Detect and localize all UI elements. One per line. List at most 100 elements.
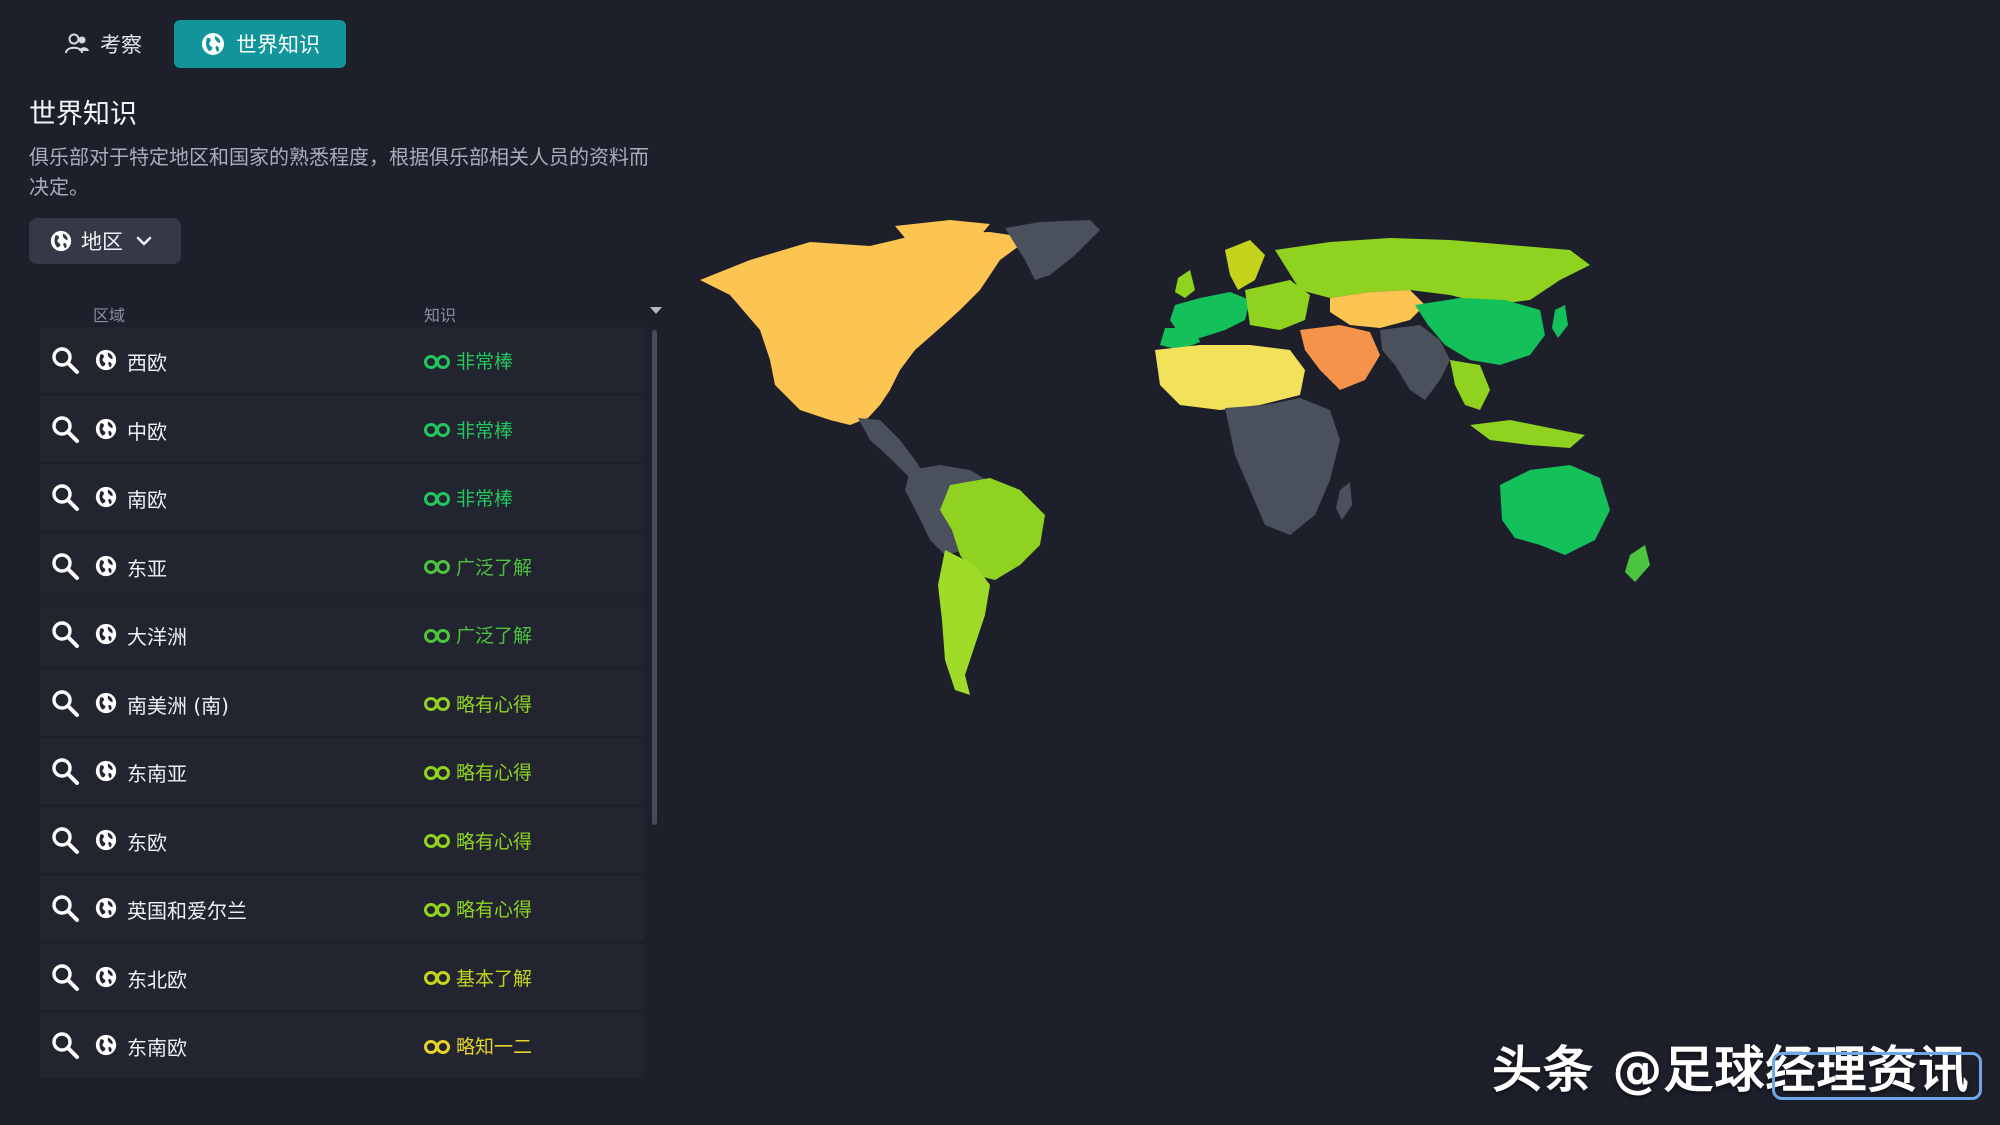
users-icon	[64, 31, 90, 57]
binoculars-icon	[424, 626, 450, 644]
search-icon[interactable]	[50, 756, 80, 786]
world-map[interactable]	[690, 220, 1960, 820]
knowledge-level: 略知一二	[424, 1032, 532, 1059]
search-icon[interactable]	[50, 414, 80, 444]
map-region-uk-ireland[interactable]	[1175, 270, 1195, 298]
knowledge-level: 略有心得	[424, 690, 532, 717]
globe-icon	[49, 229, 73, 253]
knowledge-label: 非常棒	[456, 488, 514, 510]
map-region-japan[interactable]	[1552, 305, 1568, 338]
map-region-madagascar[interactable]	[1336, 482, 1352, 520]
globe-icon	[94, 691, 118, 715]
region-dropdown[interactable]: 地区	[29, 218, 181, 264]
region-name: 英国和爱尔兰	[127, 899, 247, 923]
search-icon[interactable]	[50, 482, 80, 512]
globe-icon	[94, 554, 118, 578]
region-row[interactable]: 南美洲 (南) 略有心得	[40, 669, 644, 736]
map-region-sub-saharan-africa[interactable]	[1225, 398, 1340, 535]
globe-icon	[94, 622, 118, 646]
map-region-australia[interactable]	[1500, 465, 1610, 555]
knowledge-level: 非常棒	[424, 484, 513, 511]
map-region-north-america[interactable]	[700, 232, 1030, 425]
watermark-frame	[1772, 1052, 1982, 1100]
knowledge-label: 略有心得	[456, 762, 533, 784]
region-row[interactable]: 大洋洲 广泛了解	[40, 601, 644, 667]
search-icon[interactable]	[50, 551, 80, 581]
search-icon[interactable]	[50, 688, 80, 718]
dropdown-label: 地区	[81, 230, 123, 254]
search-icon[interactable]	[50, 1030, 80, 1060]
page-title: 世界知识	[29, 99, 137, 130]
column-header-region[interactable]: 区域	[93, 302, 125, 326]
map-region-middle-east[interactable]	[1300, 325, 1380, 390]
region-name: 南美洲 (南)	[127, 693, 229, 718]
region-row[interactable]: 南欧 非常棒	[40, 464, 644, 530]
map-region-greenland[interactable]	[1005, 220, 1100, 280]
globe-icon	[94, 485, 118, 509]
region-row[interactable]: 英国和爱尔兰 略有心得	[40, 875, 644, 941]
region-name: 南欧	[127, 488, 167, 512]
knowledge-label: 略知一二	[456, 1036, 533, 1058]
region-row[interactable]: 西欧 非常棒	[40, 327, 644, 393]
binoculars-icon	[424, 968, 450, 986]
knowledge-level: 略有心得	[424, 827, 532, 854]
tab-bar: 考察 世界知识	[38, 20, 346, 68]
globe-icon	[94, 348, 118, 372]
binoculars-icon	[424, 420, 450, 438]
knowledge-label: 广泛了解	[456, 625, 533, 647]
map-region-central-america[interactable]	[858, 418, 925, 478]
search-icon[interactable]	[50, 619, 80, 649]
knowledge-level: 基本了解	[424, 964, 532, 991]
knowledge-label: 略有心得	[456, 830, 533, 853]
globe-icon	[94, 1033, 118, 1057]
sort-caret-icon[interactable]	[650, 307, 662, 314]
search-icon[interactable]	[50, 345, 80, 375]
tab-world-knowledge[interactable]: 世界知识	[174, 20, 346, 68]
search-icon[interactable]	[50, 962, 80, 992]
binoculars-icon	[424, 489, 450, 507]
region-row[interactable]: 东南亚 略有心得	[40, 738, 644, 804]
knowledge-label: 略有心得	[456, 899, 533, 921]
region-row[interactable]: 东欧 略有心得	[40, 806, 644, 873]
binoculars-icon	[424, 831, 450, 849]
map-region-russia[interactable]	[1275, 238, 1590, 305]
map-region-north-africa[interactable]	[1155, 345, 1305, 410]
region-name: 东北欧	[127, 967, 187, 992]
map-region-new-zealand[interactable]	[1625, 545, 1650, 582]
map-region-indonesia[interactable]	[1470, 420, 1585, 448]
region-row[interactable]: 东亚 广泛了解	[40, 532, 644, 599]
region-name: 东亚	[127, 556, 167, 581]
globe-icon	[94, 896, 118, 920]
knowledge-level: 广泛了解	[424, 553, 532, 580]
search-icon[interactable]	[50, 825, 80, 855]
tab-label: 考察	[100, 33, 142, 57]
binoculars-icon	[424, 694, 450, 712]
globe-icon	[200, 31, 226, 57]
region-row[interactable]: 东北欧 基本了解	[40, 943, 644, 1010]
globe-icon	[94, 828, 118, 852]
binoculars-icon	[424, 557, 450, 575]
knowledge-label: 基本了解	[456, 967, 533, 990]
region-row[interactable]: 中欧 非常棒	[40, 395, 644, 462]
knowledge-label: 略有心得	[456, 693, 533, 716]
region-list: 西欧 非常棒 中欧 非常棒 南欧 非常棒 东亚 广泛了解 大洋洲 广泛了解 南美洲 (南) 略有心得东…	[40, 327, 644, 1081]
knowledge-label: 广泛了解	[456, 556, 533, 579]
knowledge-label: 非常棒	[456, 419, 514, 442]
region-row[interactable]: 东南欧 略知一二	[40, 1012, 644, 1078]
map-region-scandinavia[interactable]	[1225, 240, 1265, 290]
region-name: 西欧	[127, 351, 167, 375]
globe-icon	[94, 759, 118, 783]
region-name: 东南欧	[127, 1036, 187, 1060]
binoculars-icon	[424, 900, 450, 918]
map-region-southeast-asia[interactable]	[1450, 360, 1490, 410]
knowledge-level: 略有心得	[424, 758, 532, 785]
region-name: 东南亚	[127, 762, 187, 786]
region-name: 中欧	[127, 419, 167, 444]
binoculars-icon	[424, 1037, 450, 1055]
knowledge-label: 非常棒	[456, 351, 514, 373]
search-icon[interactable]	[50, 893, 80, 923]
knowledge-level: 非常棒	[424, 347, 513, 374]
list-scrollbar[interactable]	[652, 330, 657, 825]
column-header-knowledge[interactable]: 知识	[424, 302, 456, 326]
tab-scouting[interactable]: 考察	[38, 20, 168, 68]
